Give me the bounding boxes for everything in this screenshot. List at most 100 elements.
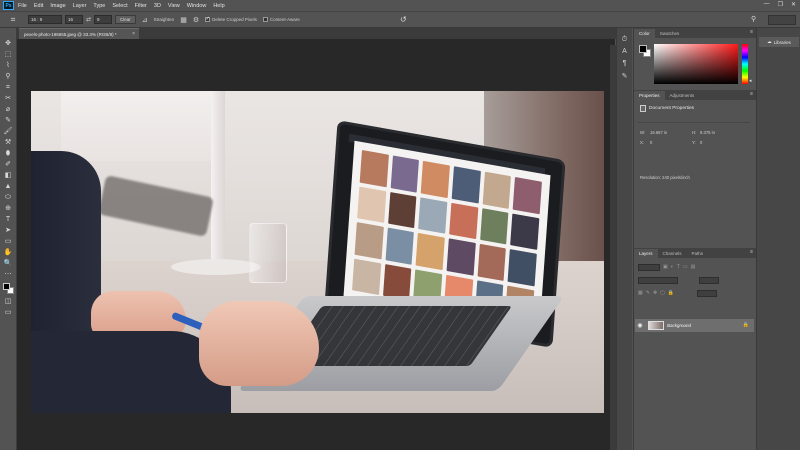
menu-image[interactable]: Image: [50, 3, 65, 9]
tab-swatches[interactable]: Swatches: [655, 29, 685, 38]
tab-color[interactable]: Color: [634, 29, 655, 38]
straighten-icon[interactable]: ⊿: [142, 16, 148, 24]
visibility-eye-icon[interactable]: ◉: [635, 322, 645, 329]
lock-pixels-icon[interactable]: ▦: [638, 290, 643, 296]
eyedropper-tool-icon[interactable]: ⌀: [2, 104, 15, 115]
checkbox-unchecked-icon[interactable]: [262, 17, 268, 22]
menu-filter[interactable]: Filter: [135, 3, 147, 9]
dodge-tool-icon[interactable]: ⬭: [2, 192, 15, 203]
filter-smart-object-icon[interactable]: ▤: [691, 264, 696, 270]
close-icon[interactable]: ×: [132, 31, 135, 37]
gear-icon[interactable]: ⚙: [193, 16, 199, 24]
screen-mode-icon[interactable]: ▭: [2, 307, 15, 318]
filter-pixel-icon[interactable]: ▣: [663, 264, 668, 270]
crop-tool-icon[interactable]: ⌗: [2, 82, 15, 93]
brush-tool-icon[interactable]: 🖌: [2, 126, 15, 137]
lock-position-icon[interactable]: ✥: [653, 290, 657, 296]
brush-settings-icon[interactable]: ✎: [622, 72, 628, 84]
ratio-height-field[interactable]: 9: [94, 15, 113, 24]
panel-menu-icon[interactable]: ≡: [750, 249, 753, 255]
layer-name[interactable]: Background: [667, 323, 691, 328]
type-tool-icon[interactable]: T: [2, 214, 15, 225]
quick-mask-icon[interactable]: ◫: [2, 296, 15, 307]
straighten-label[interactable]: Straighten: [154, 17, 175, 22]
hue-slider[interactable]: [742, 44, 748, 84]
tab-properties[interactable]: Properties: [634, 91, 665, 100]
height-value[interactable]: 9.375 in: [700, 130, 715, 135]
menu-select[interactable]: Select: [112, 3, 127, 9]
filter-shape-icon[interactable]: ▭: [683, 264, 688, 270]
lock-image-icon[interactable]: ✎: [646, 290, 650, 296]
delete-cropped-checkbox[interactable]: Delete Cropped Pixels: [205, 16, 257, 22]
menu-edit[interactable]: Edit: [34, 3, 43, 9]
color-swatches[interactable]: [2, 282, 15, 296]
foreground-color-swatch[interactable]: [2, 283, 10, 290]
clear-button[interactable]: Clear: [115, 15, 136, 24]
rectangle-tool-icon[interactable]: ▭: [2, 236, 15, 247]
fill-field[interactable]: [697, 289, 718, 297]
search-icon[interactable]: ⚲: [751, 15, 756, 23]
width-value[interactable]: 16.667 in: [650, 130, 667, 135]
libraries-button[interactable]: ☁ Libraries: [759, 37, 799, 47]
x-value[interactable]: 0: [650, 140, 652, 145]
blur-tool-icon[interactable]: ▲: [2, 181, 15, 192]
tab-channels[interactable]: Channels: [658, 249, 687, 258]
tab-adjustments[interactable]: Adjustments: [665, 91, 700, 100]
path-select-tool-icon[interactable]: ➤: [2, 225, 15, 236]
hue-slider-handle-icon[interactable]: ◂: [749, 78, 752, 84]
workspace-select[interactable]: [768, 15, 796, 25]
layer-row-background[interactable]: ◉ Background 🔒: [635, 319, 754, 332]
reset-icon[interactable]: ↺: [400, 15, 407, 24]
history-icon[interactable]: ⏱: [622, 36, 627, 48]
gradient-tool-icon[interactable]: ◧: [2, 170, 15, 181]
menu-window[interactable]: Window: [187, 3, 207, 9]
close-icon[interactable]: ✕: [791, 1, 796, 8]
menu-file[interactable]: File: [18, 3, 27, 9]
document-image[interactable]: [31, 91, 604, 413]
content-aware-checkbox[interactable]: Content-Aware: [262, 17, 300, 22]
move-tool-icon[interactable]: ✥: [2, 38, 15, 49]
panel-menu-icon[interactable]: ≡: [750, 91, 753, 97]
quick-select-tool-icon[interactable]: ⚲: [2, 71, 15, 82]
restore-icon[interactable]: ❐: [778, 1, 783, 8]
tab-layers[interactable]: Layers: [634, 249, 658, 258]
ratio-select[interactable]: 16 : 9: [28, 15, 62, 24]
clone-stamp-tool-icon[interactable]: ⚒: [2, 137, 15, 148]
ratio-width-field[interactable]: 16: [65, 15, 83, 24]
opacity-field[interactable]: [699, 276, 719, 284]
filter-type-icon[interactable]: T: [677, 264, 680, 270]
history-brush-tool-icon[interactable]: ⬮: [2, 148, 15, 159]
color-picker-field[interactable]: [654, 44, 738, 84]
menu-help[interactable]: Help: [213, 3, 224, 9]
pen-tool-icon[interactable]: ⊕: [2, 203, 15, 214]
hand-tool-icon[interactable]: ✋: [2, 247, 15, 258]
y-value[interactable]: 0: [700, 140, 702, 145]
filter-adjustment-icon[interactable]: ◐: [671, 264, 674, 270]
menu-type[interactable]: Type: [93, 3, 105, 9]
document-tab[interactable]: pexels-photo-196655.jpeg @ 33.3% (RGB/8)…: [19, 28, 139, 39]
menu-3d[interactable]: 3D: [154, 3, 161, 9]
blend-mode-select[interactable]: [638, 276, 678, 284]
minimize-icon[interactable]: —: [764, 1, 770, 8]
zoom-tool-icon[interactable]: 🔍: [2, 258, 15, 269]
slice-tool-icon[interactable]: ✂: [2, 93, 15, 104]
menu-view[interactable]: View: [168, 3, 180, 9]
character-icon[interactable]: A: [622, 48, 627, 60]
eraser-tool-icon[interactable]: ✐: [2, 159, 15, 170]
lock-artboard-icon[interactable]: ▢: [660, 290, 665, 296]
layer-kind-filter[interactable]: [638, 263, 660, 271]
panel-menu-icon[interactable]: ≡: [750, 29, 753, 35]
crop-tool-preset-icon[interactable]: ⌗: [6, 14, 20, 25]
more-tools-icon[interactable]: ⋯: [2, 269, 15, 280]
foreground-color-swatch[interactable]: [639, 45, 647, 53]
menu-layer[interactable]: Layer: [73, 3, 87, 9]
lock-icon[interactable]: 🔒: [743, 322, 749, 328]
marquee-tool-icon[interactable]: ⬚: [2, 49, 15, 60]
lasso-tool-icon[interactable]: ⌇: [2, 60, 15, 71]
tab-paths[interactable]: Paths: [687, 249, 709, 258]
lock-all-icon[interactable]: 🔒: [668, 290, 674, 296]
swap-icon[interactable]: ⇄: [86, 16, 91, 23]
paragraph-icon[interactable]: ¶: [623, 60, 627, 72]
healing-tool-icon[interactable]: ✎: [2, 115, 15, 126]
overlay-grid-icon[interactable]: ▦: [180, 16, 187, 24]
